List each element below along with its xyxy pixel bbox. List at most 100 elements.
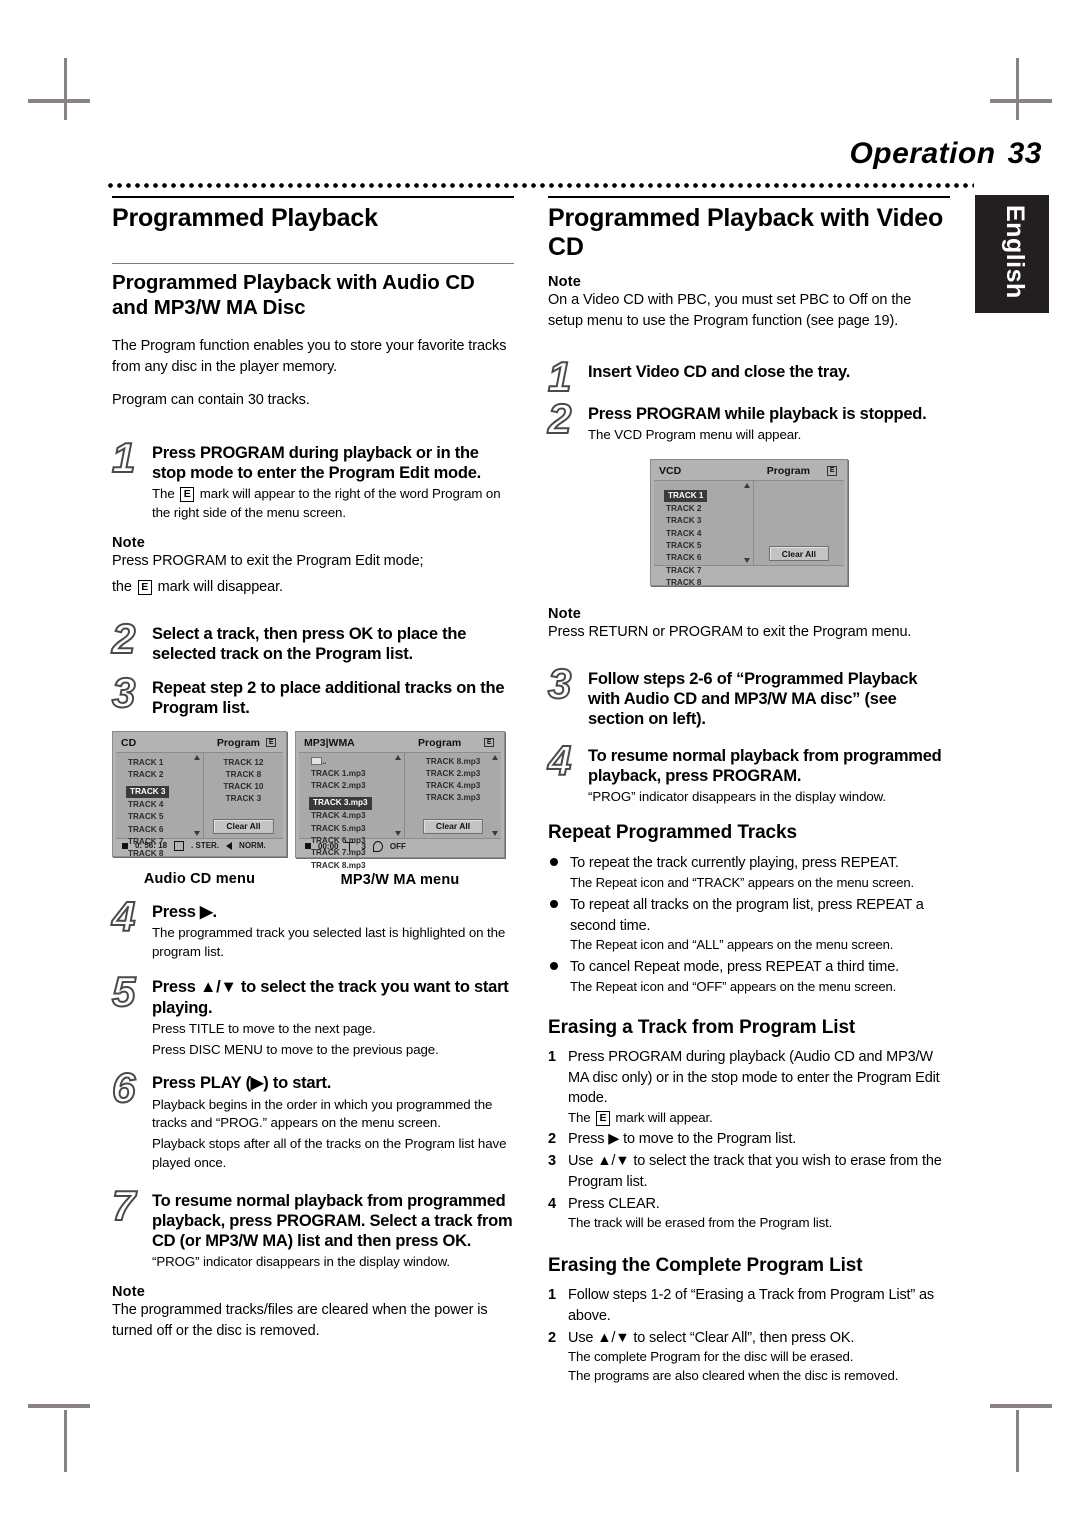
step-number: 1 [111,434,136,482]
bullet-main-text: To repeat all tracks on the program list… [570,896,924,934]
repeat-bullet-list: To repeat the track currently playing, p… [548,853,950,995]
osd-program-list[interactable]: TRACK 12 TRACK 8 TRACK 10 TRACK 3 Clear … [203,752,283,838]
osd-program-header: Program E [762,463,844,480]
edit-mark-icon: E [137,579,152,596]
clear-all-button[interactable]: Clear All [213,818,274,834]
osd-track-item[interactable]: TRACK 7 [126,836,203,848]
osd-track-item[interactable]: TRACK 6 [126,824,203,836]
step-title: Press PROGRAM while playback is stopped. [588,405,927,424]
osd-track-item[interactable]: TRACK 1 [126,757,203,769]
osd-track-item[interactable]: TRACK 4.mp3 [309,810,404,822]
clear-all-button[interactable]: Clear All [422,818,484,834]
list-number: 2 [548,1329,556,1346]
osd-track-item-selected[interactable]: TRACK 1 [664,490,708,503]
osd-program-item[interactable]: TRACK 10 [204,781,283,793]
edit-mark-icon: E [266,737,276,748]
osd-scrollbar[interactable] [395,754,402,836]
osd-track-item[interactable]: TRACK 7 [664,565,753,577]
osd-program-list[interactable]: Clear All [753,481,844,566]
osd-track-item[interactable]: TRACK 5 [664,540,753,552]
osd-program-item[interactable]: TRACK 4.mp3 [405,780,501,792]
osd-track-item[interactable]: TRACK 3 [664,515,753,527]
osd-track-item[interactable]: TRACK 8.mp3 [309,860,404,872]
osd-program-item[interactable]: TRACK 3.mp3 [405,792,501,804]
scroll-down-arrow-icon[interactable] [193,830,200,836]
audio-cd-menu-figure: CD Program E TRACK 1 TRACK 2 TRACK 3 TRA… [112,730,287,887]
scroll-up-arrow-icon[interactable] [743,483,750,489]
osd-program-item[interactable]: TRACK 3 [204,793,283,805]
left-step-6: 6 Press PLAY (▶) to start. Playback begi… [111,1066,514,1173]
left-step-3: 3 Repeat step 2 to place additional trac… [111,671,514,718]
osd-file-list[interactable]: .. TRACK 1.mp3 TRACK 2.mp3 TRACK 3.mp3 T… [299,752,406,870]
clear-all-button[interactable]: Clear All [768,546,829,562]
osd-track-item[interactable]: TRACK 7.mp3 [309,847,404,859]
osd-track-item[interactable]: TRACK 1.mp3 [309,768,404,780]
osd-track-item[interactable]: TRACK 2.mp3 [309,780,404,792]
osd-track-item[interactable]: TRACK 2 [126,769,203,781]
left-note-1-line-1: Press PROGRAM to exit the Program Edit m… [112,553,424,570]
list-item: To repeat all tracks on the program list… [548,895,950,955]
edit-mark-icon: E [827,466,837,476]
scroll-down-arrow-icon[interactable] [395,830,402,836]
osd-track-item[interactable]: TRACK 6.mp3 [309,835,404,847]
scroll-up-arrow-icon[interactable] [492,754,498,760]
step-number: 2 [111,615,136,663]
list-number: 1 [548,1286,556,1303]
osd-parent-folder-item[interactable]: .. [309,756,404,768]
osd-scrollbar[interactable] [743,483,751,564]
left-step-4: 4 Press ▶. The programmed track you sele… [111,894,514,962]
osd-track-item-selected[interactable]: TRACK 3 [126,786,170,799]
erasing-track-list: 1 Press PROGRAM during playback (Audio C… [548,1047,950,1233]
left-intro-paragraph-2: Program can contain 30 tracks. [112,392,310,409]
osd-program-header: Program E [212,735,283,752]
osd-track-item[interactable]: TRACK 6 [664,552,753,564]
osd-scrollbar[interactable] [193,754,201,836]
step-number: 1 [547,353,572,401]
osd-program-item[interactable]: TRACK 12 [204,757,283,769]
bullet-sub-text: The Repeat icon and “TRACK” appears on t… [570,875,915,891]
bullet-icon [550,961,558,970]
list-item: 1 Follow steps 1-2 of “Erasing a Track f… [548,1285,950,1327]
osd-disc-track-list[interactable]: TRACK 1 TRACK 2 TRACK 3 TRACK 4 TRACK 5 … [116,752,204,858]
list-item: 2 Press ▶ to move to the Program list. [548,1129,950,1150]
list-item: 1 Press PROGRAM during playback (Audio C… [548,1047,950,1128]
right-section-title: Programmed Playback with Video CD [548,196,950,266]
right-step-2: 2 Press PROGRAM while playback is stoppe… [547,397,950,445]
crop-mark-top-right-v [1016,58,1019,120]
header-dotted-rule [108,183,974,188]
osd-program-item[interactable]: TRACK 8.mp3 [405,756,501,768]
step-description: “PROG” indicator disappears in the displ… [588,788,887,804]
osd-track-item[interactable]: TRACK 4 [126,799,203,811]
bullet-main-text: To cancel Repeat mode, press REPEAT a th… [570,958,899,975]
osd-track-item-selected[interactable]: TRACK 3.mp3 [309,797,372,810]
bullet-sub-text: The Repeat icon and “OFF” appears on the… [570,978,897,994]
osd-track-item[interactable]: TRACK 5.mp3 [309,823,404,835]
crop-mark-bottom-left-h [28,1404,90,1408]
speaker-icon [226,841,233,850]
mp3-wma-menu-screenshot: MP3|WMA Program E .. TRACK 1.mp3 TRACK 2… [295,730,505,870]
osd-program-item[interactable]: TRACK 8 [204,769,283,781]
scroll-up-arrow-icon[interactable] [193,754,200,760]
step-description-2: Playback stops after all of the tracks o… [152,1136,507,1171]
vcd-menu-figure: VCD Program E TRACK 1 TRACK 2 TRACK 3 TR… [548,459,950,587]
osd-program-item[interactable]: TRACK 2.mp3 [405,768,501,780]
step-number: 2 [547,395,572,443]
step-number: 4 [111,892,136,940]
crop-mark-top-left-h [28,99,90,103]
step-title: Repeat step 2 to place additional tracks… [152,679,505,718]
scroll-down-arrow-icon[interactable] [492,830,498,836]
scroll-up-arrow-icon[interactable] [395,754,402,760]
osd-program-list[interactable]: TRACK 8.mp3 TRACK 2.mp3 TRACK 4.mp3 TRAC… [405,752,501,838]
osd-track-item[interactable]: TRACK 5 [126,811,203,823]
left-step-5: 5 Press ▲/▼ to select the track you want… [111,970,514,1059]
scroll-down-arrow-icon[interactable] [743,558,750,564]
osd-track-item[interactable]: TRACK 4 [664,528,753,540]
step-title: To resume normal playback from programme… [152,1192,513,1251]
osd-track-item[interactable]: TRACK 8 [126,848,203,860]
osd-scrollbar[interactable] [492,754,499,836]
osd-track-item[interactable]: TRACK 2 [664,503,753,515]
mp3-wma-menu-caption: MP3/W MA menu [340,871,460,888]
osd-disc-track-list[interactable]: TRACK 1 TRACK 2 TRACK 3 TRACK 4 TRACK 5 … [654,481,754,587]
osd-track-item[interactable]: TRACK 8 [664,577,753,589]
bullet-icon [550,858,558,867]
